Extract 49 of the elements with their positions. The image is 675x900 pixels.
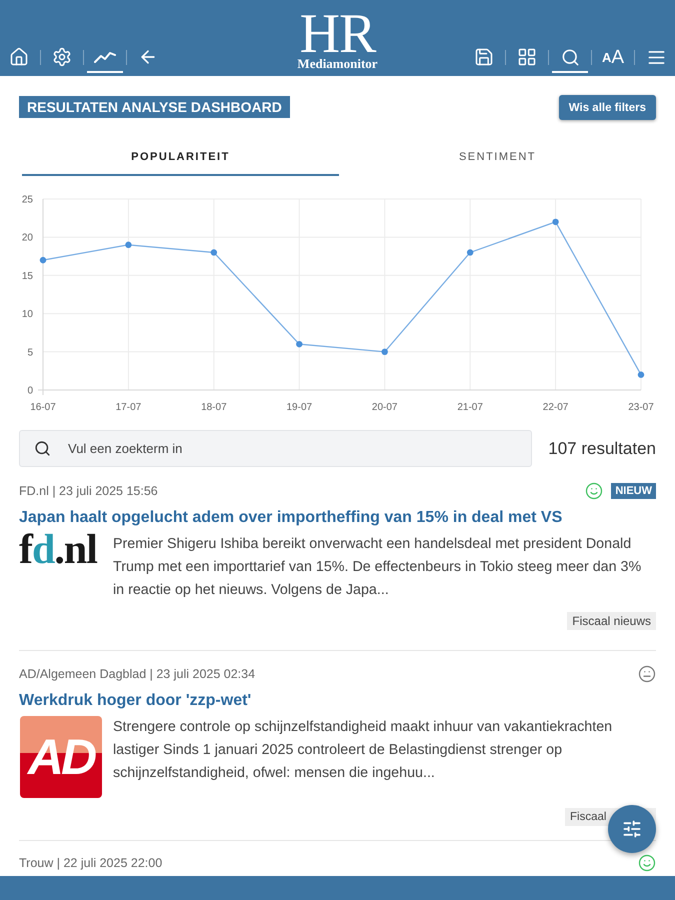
y-axis-label: 0 (27, 386, 33, 396)
x-axis-label: 17-07 (116, 402, 142, 413)
trend-line-icon (94, 50, 116, 64)
article-meta: AD/Algemeen Dagblad | 23 juli 2025 02:34 (19, 667, 256, 681)
logo-subtitle: Mediamonitor (297, 57, 378, 71)
data-point (382, 348, 388, 355)
x-axis-label: 22-07 (542, 402, 568, 413)
search-field[interactable]: Vul een zoekterm in (19, 430, 532, 467)
search-icon (34, 440, 51, 457)
x-axis-label: 23-07 (628, 402, 654, 413)
clear-filters-button[interactable]: Wis alle filters (558, 95, 656, 120)
filter-button[interactable] (608, 805, 656, 853)
page-title: RESULTATEN ANALYSE DASHBOARD (19, 96, 290, 118)
house-icon (9, 47, 29, 67)
y-axis-label: 5 (27, 347, 33, 358)
article-summary: Premier Shigeru Ishiba bereikt onverwacht een handelsdeal met president Donald Trump met een importtarief van 15%. De effectenbeurs in Tokio steeg meer dan 3% in reactie op het nieuws. Volgens de Japa... (113, 535, 642, 600)
data-point (466, 249, 474, 256)
article-meta: FD.nl | 23 juli 2025 15:56 (19, 484, 158, 498)
sliders-icon (622, 819, 642, 839)
data-point (638, 372, 644, 378)
data-point (552, 218, 559, 226)
new-badge: NIEUW (611, 483, 656, 499)
grid-icon (517, 47, 537, 67)
source-logo: fd.nl (19, 533, 98, 567)
tab[interactable]: SENTIMENT (339, 140, 656, 176)
x-axis-label: 21-07 (457, 402, 483, 413)
data-point (125, 242, 132, 248)
article-title[interactable]: Werkdruk hoger door 'zzp-wet' (19, 690, 656, 712)
article-summary: Strengere controle op schijnzelfstandigheid maakt inhuur van vakantiekrachten lastiger Sinds 1 januari 2025 controleert de Belastingdienst strenger op schijnzelfstandigheid, ofwel: mensen die ingehuu... (113, 718, 614, 783)
data-point (210, 249, 218, 256)
article-title[interactable]: Japan haalt opgelucht adem over importheffing van 15% in deal met VS (19, 507, 656, 529)
y-axis-label: 25 (22, 194, 33, 206)
x-axis-label: 20-07 (372, 402, 398, 413)
y-axis-label: 20 (22, 232, 33, 244)
data-point (296, 340, 302, 348)
category-tag[interactable]: Fiscaal nieuws (567, 612, 656, 630)
x-axis-label: 18-07 (201, 402, 227, 413)
article-meta: Trouw | 22 juli 2025 22:00 (19, 856, 162, 870)
text-size-button[interactable]: AA (595, 41, 631, 73)
tab[interactable]: POPULARITEIT (22, 140, 339, 176)
y-axis-label: 10 (22, 309, 33, 320)
logo-title: HR (300, 11, 376, 57)
x-axis-label: 16-07 (30, 402, 56, 413)
gear-icon (52, 47, 72, 67)
x-axis-label: 19-07 (286, 402, 312, 413)
y-axis-label: 15 (22, 270, 33, 282)
data-point (40, 256, 46, 264)
result-count: 107 resultaten (548, 438, 656, 458)
search-icon (560, 48, 580, 66)
